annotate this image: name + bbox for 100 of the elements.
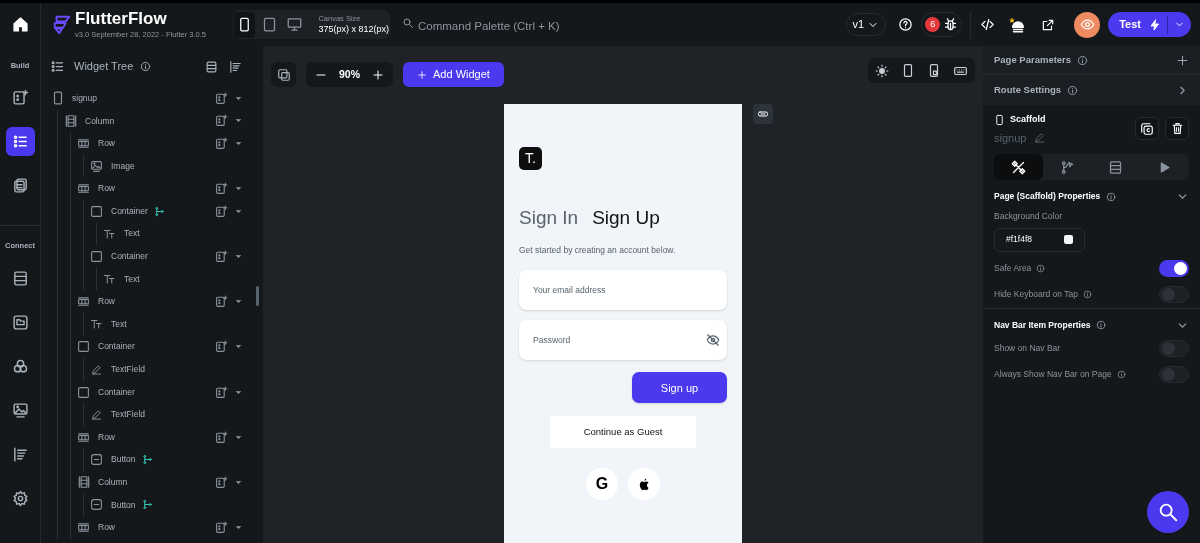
- toggle-switch[interactable]: [1159, 286, 1189, 304]
- info-icon[interactable]: [1082, 290, 1092, 300]
- section-title[interactable]: Page Parameters: [994, 52, 1072, 68]
- tree-item[interactable]: TextField: [89, 403, 255, 426]
- apple-sign-in-button[interactable]: [628, 468, 660, 501]
- add-widget-button[interactable]: Add Widget: [403, 62, 504, 87]
- sign-up-button[interactable]: Sign up: [632, 372, 727, 404]
- caret-icon[interactable]: [234, 139, 243, 148]
- help-icon[interactable]: [898, 17, 914, 32]
- preview-button[interactable]: [1074, 11, 1101, 38]
- password-field[interactable]: Password: [519, 320, 727, 361]
- add-widget-icon[interactable]: [215, 475, 228, 489]
- info-icon[interactable]: [1036, 264, 1046, 274]
- tree-item[interactable]: Text: [102, 222, 255, 246]
- add-widget-icon[interactable]: [215, 182, 228, 196]
- command-palette-field[interactable]: Command Palette (Ctrl + K): [402, 17, 602, 35]
- tree-item[interactable]: Container: [89, 245, 255, 268]
- fit-screen-button[interactable]: [271, 62, 296, 87]
- google-sign-in-button[interactable]: G: [586, 468, 618, 501]
- toggle-switch[interactable]: [1159, 340, 1189, 358]
- text-lines-icon[interactable]: [228, 59, 243, 74]
- color-picker-field[interactable]: #f1f4f8: [994, 227, 1085, 252]
- tree-item[interactable]: Container: [76, 380, 255, 404]
- guest-button[interactable]: Continue as Guest: [550, 416, 696, 449]
- toggle-switch[interactable]: [1159, 260, 1189, 278]
- search-button[interactable]: [1147, 491, 1189, 533]
- tree-item[interactable]: Container: [89, 199, 255, 223]
- tree-item[interactable]: Text: [89, 312, 255, 336]
- tree-item-label: signup: [72, 91, 98, 105]
- phone-icon[interactable]: [901, 63, 915, 78]
- tree-item[interactable]: Row: [76, 516, 255, 539]
- external-link-icon[interactable]: [1041, 17, 1056, 32]
- database-icon[interactable]: [205, 59, 218, 74]
- database-icon: [1108, 159, 1124, 175]
- tree-item-label: Text: [124, 227, 140, 241]
- scrollbar-thumb[interactable]: [256, 286, 259, 306]
- tree-item-label: Column: [85, 114, 115, 128]
- info-icon[interactable]: [1096, 320, 1107, 331]
- tree-item[interactable]: Container: [76, 335, 255, 359]
- plus-icon[interactable]: [1176, 53, 1189, 67]
- add-widget-icon[interactable]: [215, 295, 228, 309]
- tree-item[interactable]: Column: [63, 109, 255, 133]
- circles-icon: [11, 357, 29, 375]
- sun-icon[interactable]: [875, 63, 889, 78]
- eye-off-icon[interactable]: [706, 333, 720, 348]
- add-widget-icon[interactable]: [215, 249, 228, 263]
- list-icon[interactable]: [50, 59, 65, 74]
- add-widget-icon[interactable]: [215, 430, 228, 444]
- tree-item[interactable]: Text: [102, 267, 255, 291]
- info-icon[interactable]: [1116, 370, 1126, 380]
- phone-panel-icon[interactable]: [927, 63, 941, 78]
- auth-tab[interactable]: Sign In: [519, 204, 579, 233]
- add-widget-icon[interactable]: [215, 340, 228, 354]
- tree-item[interactable]: Button: [89, 448, 255, 472]
- plus-icon[interactable]: [372, 68, 384, 81]
- tree-item-label: Image: [111, 159, 135, 173]
- tree-item[interactable]: signup: [50, 87, 255, 110]
- tree-item[interactable]: Column: [76, 471, 255, 494]
- lightning-icon: [1149, 18, 1161, 31]
- info-icon[interactable]: [1067, 84, 1079, 96]
- add-widget-icon[interactable]: [215, 204, 228, 218]
- search-icon: [402, 16, 414, 29]
- tree-item[interactable]: Row: [76, 132, 255, 155]
- property-tab[interactable]: [994, 154, 1043, 180]
- tree-item[interactable]: Row: [76, 290, 255, 313]
- toggle-switch[interactable]: [1159, 366, 1189, 384]
- add-widget-icon[interactable]: [215, 137, 228, 150]
- duplicate-button[interactable]: [1135, 117, 1159, 140]
- tablet-icon: [261, 17, 277, 32]
- square-icon: [90, 204, 103, 218]
- add-widget-icon[interactable]: [215, 385, 228, 399]
- device-button[interactable]: [234, 11, 255, 38]
- tree-item[interactable]: Image: [89, 154, 255, 178]
- tree-item[interactable]: TextField: [89, 358, 255, 381]
- toggle-label: Show on Nav Bar: [994, 342, 1061, 356]
- canvas-tool-button[interactable]: [753, 104, 773, 124]
- image-icon: [11, 401, 29, 419]
- tree-item[interactable]: Row: [76, 177, 255, 200]
- home-icon[interactable]: [11, 16, 29, 33]
- input-field[interactable]: Your email address: [519, 270, 727, 311]
- add-widget-icon[interactable]: [215, 521, 228, 535]
- auth-tab[interactable]: Sign Up: [592, 204, 660, 233]
- test-button[interactable]: Test: [1108, 12, 1191, 37]
- list-icon: [11, 133, 29, 151]
- fit-screen-icon: [276, 67, 291, 82]
- info-icon[interactable]: [140, 61, 152, 72]
- add-widget-icon[interactable]: [215, 91, 228, 105]
- tree-item[interactable]: Row: [76, 425, 255, 449]
- info-icon[interactable]: [1077, 54, 1089, 66]
- test-label[interactable]: Test: [1108, 16, 1141, 33]
- info-icon[interactable]: [1106, 191, 1117, 202]
- row-icon: [76, 430, 91, 444]
- tree-item[interactable]: Button: [89, 493, 255, 517]
- tree-item-label: Text: [124, 272, 140, 286]
- section-title[interactable]: Route Settings: [994, 82, 1062, 98]
- delete-button[interactable]: [1165, 117, 1189, 140]
- code-icon[interactable]: [980, 17, 996, 32]
- rail-button[interactable]: [5, 127, 35, 157]
- row-icon: [76, 137, 91, 150]
- add-widget-icon[interactable]: [215, 114, 228, 128]
